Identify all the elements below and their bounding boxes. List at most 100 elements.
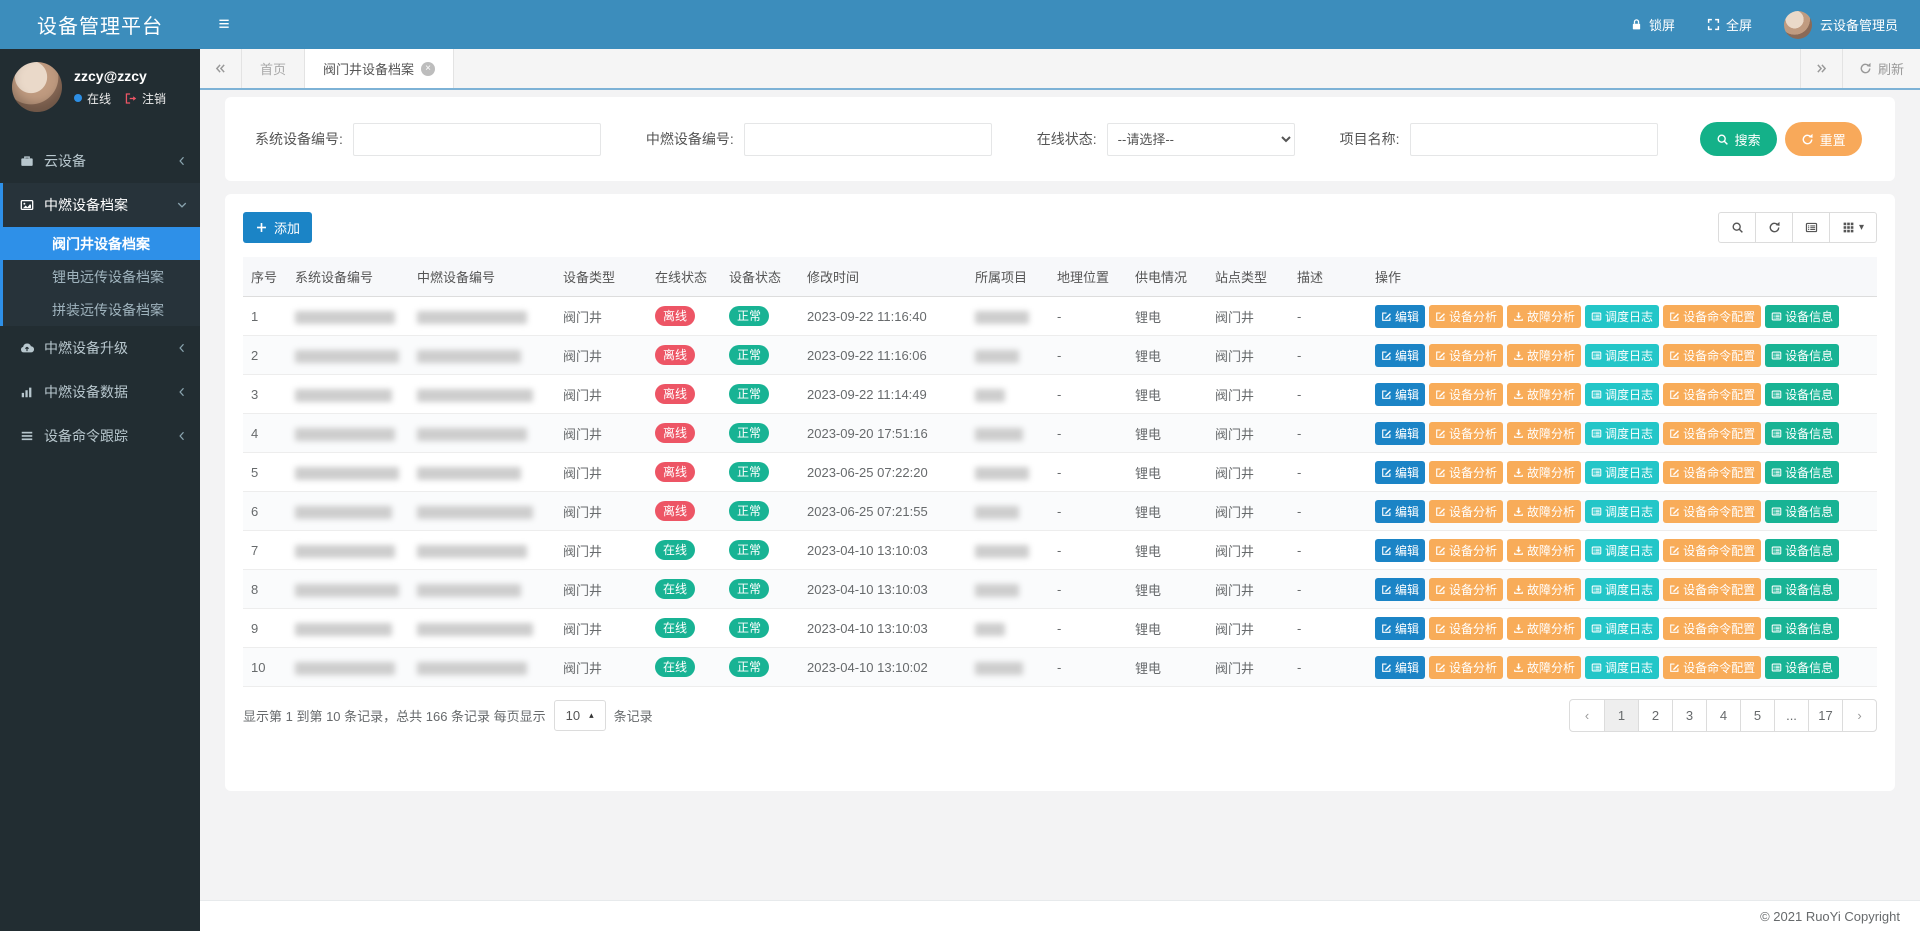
action-button-编辑[interactable]: 编辑 xyxy=(1375,539,1425,562)
action-button-设备分析[interactable]: 设备分析 xyxy=(1429,344,1503,367)
tab-item[interactable]: 首页 xyxy=(242,49,305,88)
action-button-编辑[interactable]: 编辑 xyxy=(1375,344,1425,367)
sidebar-subitem[interactable]: 拼装远传设备档案 xyxy=(3,293,200,326)
pager-prev-button[interactable]: ‹ xyxy=(1570,700,1604,731)
action-button-设备信息[interactable]: 设备信息 xyxy=(1765,305,1839,328)
action-button-设备分析[interactable]: 设备分析 xyxy=(1429,461,1503,484)
action-button-设备命令配置[interactable]: 设备命令配置 xyxy=(1663,578,1761,601)
action-button-调度日志[interactable]: 调度日志 xyxy=(1585,578,1659,601)
tab-close-icon[interactable]: × xyxy=(421,62,435,76)
action-button-编辑[interactable]: 编辑 xyxy=(1375,656,1425,679)
action-button-设备命令配置[interactable]: 设备命令配置 xyxy=(1663,383,1761,406)
tab-active[interactable]: 阀门井设备档案× xyxy=(305,49,454,88)
pager-page-2[interactable]: 2 xyxy=(1638,700,1672,731)
action-button-设备命令配置[interactable]: 设备命令配置 xyxy=(1663,500,1761,523)
action-button-设备分析[interactable]: 设备分析 xyxy=(1429,500,1503,523)
toolbar-columns-button[interactable]: ▾ xyxy=(1829,212,1877,243)
add-button[interactable]: 添加 xyxy=(243,212,312,243)
action-button-编辑[interactable]: 编辑 xyxy=(1375,383,1425,406)
page-size-dropdown[interactable]: 10 ▴ xyxy=(554,700,606,731)
pager-page-17[interactable]: 17 xyxy=(1808,700,1842,731)
action-button-调度日志[interactable]: 调度日志 xyxy=(1585,305,1659,328)
action-button-编辑[interactable]: 编辑 xyxy=(1375,617,1425,640)
action-button-设备分析[interactable]: 设备分析 xyxy=(1429,656,1503,679)
user-menu[interactable]: 云设备管理员 xyxy=(1768,0,1920,49)
fullscreen-button[interactable]: 全屏 xyxy=(1691,0,1768,49)
sidebar-item[interactable]: 云设备 xyxy=(3,139,200,183)
action-button-故障分析[interactable]: 故障分析 xyxy=(1507,578,1581,601)
toolbar-refresh-button[interactable] xyxy=(1755,212,1793,243)
action-button-设备命令配置[interactable]: 设备命令配置 xyxy=(1663,617,1761,640)
sidebar-subitem[interactable]: 锂电远传设备档案 xyxy=(3,260,200,293)
action-button-故障分析[interactable]: 故障分析 xyxy=(1507,656,1581,679)
action-button-设备分析[interactable]: 设备分析 xyxy=(1429,383,1503,406)
action-button-故障分析[interactable]: 故障分析 xyxy=(1507,617,1581,640)
search-field-input[interactable] xyxy=(353,123,601,156)
sidebar-subitem[interactable]: 阀门井设备档案 xyxy=(3,227,200,260)
action-button-设备分析[interactable]: 设备分析 xyxy=(1429,305,1503,328)
pager-ellipsis[interactable]: ... xyxy=(1774,700,1808,731)
tab-refresh-button[interactable]: 刷新 xyxy=(1842,49,1920,88)
action-button-设备信息[interactable]: 设备信息 xyxy=(1765,422,1839,445)
action-button-设备信息[interactable]: 设备信息 xyxy=(1765,344,1839,367)
search-field-input[interactable] xyxy=(1410,123,1658,156)
action-button-调度日志[interactable]: 调度日志 xyxy=(1585,617,1659,640)
action-button-设备命令配置[interactable]: 设备命令配置 xyxy=(1663,461,1761,484)
action-button-编辑[interactable]: 编辑 xyxy=(1375,500,1425,523)
action-button-调度日志[interactable]: 调度日志 xyxy=(1585,344,1659,367)
tabs-scroll-right-button[interactable] xyxy=(1800,49,1842,88)
action-button-故障分析[interactable]: 故障分析 xyxy=(1507,383,1581,406)
online-status-select[interactable]: --请选择-- xyxy=(1107,123,1295,156)
action-button-编辑[interactable]: 编辑 xyxy=(1375,461,1425,484)
action-button-设备命令配置[interactable]: 设备命令配置 xyxy=(1663,656,1761,679)
action-button-设备信息[interactable]: 设备信息 xyxy=(1765,617,1839,640)
action-button-编辑[interactable]: 编辑 xyxy=(1375,305,1425,328)
pager-page-5[interactable]: 5 xyxy=(1740,700,1774,731)
tabs-scroll-left-button[interactable] xyxy=(200,49,242,88)
action-button-调度日志[interactable]: 调度日志 xyxy=(1585,422,1659,445)
action-button-设备信息[interactable]: 设备信息 xyxy=(1765,461,1839,484)
action-button-设备命令配置[interactable]: 设备命令配置 xyxy=(1663,422,1761,445)
sidebar-item[interactable]: 中燃设备档案 xyxy=(3,183,200,227)
sidebar-item[interactable]: 中燃设备数据 xyxy=(3,370,200,414)
action-button-设备信息[interactable]: 设备信息 xyxy=(1765,500,1839,523)
toolbar-search-button[interactable] xyxy=(1718,212,1756,243)
action-button-故障分析[interactable]: 故障分析 xyxy=(1507,461,1581,484)
action-button-设备分析[interactable]: 设备分析 xyxy=(1429,539,1503,562)
action-button-调度日志[interactable]: 调度日志 xyxy=(1585,500,1659,523)
action-button-设备命令配置[interactable]: 设备命令配置 xyxy=(1663,539,1761,562)
action-button-设备分析[interactable]: 设备分析 xyxy=(1429,617,1503,640)
action-button-设备信息[interactable]: 设备信息 xyxy=(1765,383,1839,406)
action-button-设备信息[interactable]: 设备信息 xyxy=(1765,578,1839,601)
action-button-故障分析[interactable]: 故障分析 xyxy=(1507,539,1581,562)
action-button-设备命令配置[interactable]: 设备命令配置 xyxy=(1663,344,1761,367)
pager-page-4[interactable]: 4 xyxy=(1706,700,1740,731)
action-button-设备分析[interactable]: 设备分析 xyxy=(1429,578,1503,601)
sidebar-item[interactable]: 设备命令跟踪 xyxy=(3,414,200,458)
reset-button[interactable]: 重置 xyxy=(1785,122,1862,156)
sidebar-toggle-button[interactable]: ≡ xyxy=(200,0,248,49)
logout-link[interactable]: 注销 xyxy=(142,90,166,107)
pager-next-button[interactable]: › xyxy=(1842,700,1876,731)
pager-page-3[interactable]: 3 xyxy=(1672,700,1706,731)
action-button-设备命令配置[interactable]: 设备命令配置 xyxy=(1663,305,1761,328)
action-button-调度日志[interactable]: 调度日志 xyxy=(1585,656,1659,679)
action-button-编辑[interactable]: 编辑 xyxy=(1375,578,1425,601)
action-button-故障分析[interactable]: 故障分析 xyxy=(1507,500,1581,523)
action-button-故障分析[interactable]: 故障分析 xyxy=(1507,344,1581,367)
action-button-故障分析[interactable]: 故障分析 xyxy=(1507,422,1581,445)
action-button-调度日志[interactable]: 调度日志 xyxy=(1585,383,1659,406)
action-button-设备分析[interactable]: 设备分析 xyxy=(1429,422,1503,445)
sidebar-item[interactable]: 中燃设备升级 xyxy=(3,326,200,370)
action-button-调度日志[interactable]: 调度日志 xyxy=(1585,461,1659,484)
action-button-设备信息[interactable]: 设备信息 xyxy=(1765,656,1839,679)
action-button-设备信息[interactable]: 设备信息 xyxy=(1765,539,1839,562)
action-button-调度日志[interactable]: 调度日志 xyxy=(1585,539,1659,562)
search-field-input[interactable] xyxy=(744,123,992,156)
action-button-故障分析[interactable]: 故障分析 xyxy=(1507,305,1581,328)
pager-page-1[interactable]: 1 xyxy=(1604,700,1638,731)
action-button-编辑[interactable]: 编辑 xyxy=(1375,422,1425,445)
toolbar-detail-view-button[interactable] xyxy=(1792,212,1830,243)
lock-screen-button[interactable]: 锁屏 xyxy=(1614,0,1691,49)
search-button[interactable]: 搜索 xyxy=(1700,122,1777,156)
